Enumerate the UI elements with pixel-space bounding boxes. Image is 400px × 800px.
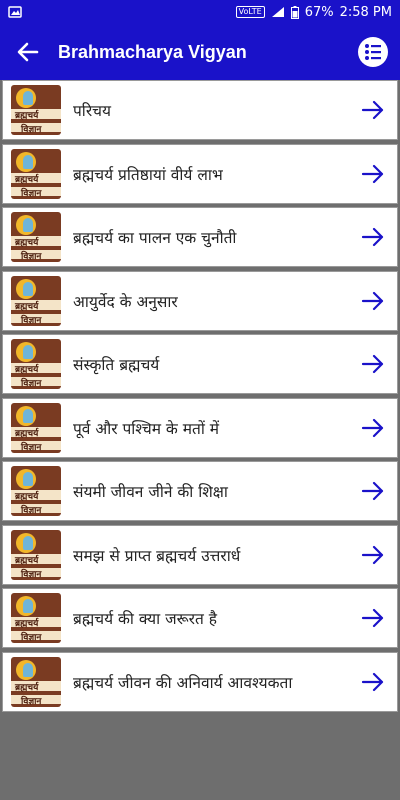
arrow-right-icon[interactable]	[359, 160, 387, 188]
list-item-label: संस्कृति ब्रह्मचर्य	[73, 356, 160, 374]
thumbnail-line2: विज्ञान	[21, 506, 42, 516]
list-item-label: परिचय	[73, 102, 111, 120]
checklist-icon	[365, 44, 381, 60]
gallery-notification-icon	[8, 6, 22, 18]
thumbnail-line2: विज्ञान	[21, 379, 42, 389]
list-item[interactable]: ब्रह्मचर्य विज्ञान ब्रह्मचर्य का पालन एक…	[2, 207, 398, 267]
clock: 2:58 PM	[339, 4, 392, 20]
arrow-right-icon[interactable]	[359, 287, 387, 315]
thumbnail-line1: ब्रह्मचर्य	[15, 428, 39, 439]
thumbnail-line1: ब्रह्मचर्य	[15, 174, 39, 185]
page-title: Brahmacharya Vigyan	[58, 41, 247, 62]
back-button[interactable]	[4, 24, 52, 80]
volte-badge: VoLTE	[235, 6, 265, 18]
list-item-label: ब्रह्मचर्य का पालन एक चुनौती	[73, 229, 237, 247]
arrow-right-icon[interactable]	[359, 350, 387, 378]
thumbnail-line1: ब्रह्मचर्य	[15, 682, 39, 693]
thumbnail-line1: ब्रह्मचर्य	[15, 111, 39, 121]
list-item[interactable]: ब्रह्मचर्य विज्ञान समझ से प्राप्त ब्रह्म…	[2, 524, 398, 585]
book-logo-thumbnail: ब्रह्मचर्य विज्ञान	[11, 275, 61, 326]
list-item-label: आयुर्वेद के अनुसार	[73, 292, 178, 311]
list-item[interactable]: ब्रह्मचर्य विज्ञान ब्रह्मचर्य जीवन की अन…	[2, 651, 398, 712]
battery-percent: 67%	[304, 4, 334, 20]
thumbnail-line1: ब्रह्मचर्य	[15, 492, 39, 502]
arrow-right-icon[interactable]	[359, 604, 387, 632]
list-item-label: ब्रह्मचर्य की क्या जरूरत है	[73, 610, 217, 628]
arrow-right-icon[interactable]	[359, 223, 387, 251]
list-item-label: पूर्व और पश्चिम के मतों में	[73, 419, 220, 438]
list-item-label: समझ से प्राप्त ब्रह्मचर्य उत्तरार्ध	[73, 546, 241, 565]
list-item[interactable]: ब्रह्मचर्य विज्ञान ब्रह्मचर्य प्रतिष्ठाय…	[2, 143, 398, 204]
arrow-right-icon[interactable]	[359, 541, 387, 569]
thumbnail-line2: विज्ञान	[21, 315, 42, 326]
book-logo-thumbnail: ब्रह्मचर्य विज्ञान	[11, 593, 61, 643]
book-logo-thumbnail: ब्रह्मचर्य विज्ञान	[11, 85, 61, 135]
chapter-list: ब्रह्मचर्य विज्ञान परिचय ब्रह्मचर्य विज्…	[2, 80, 398, 715]
thumbnail-line1: ब्रह्मचर्य	[15, 619, 39, 629]
thumbnail-line2: विज्ञान	[21, 125, 42, 135]
list-item[interactable]: ब्रह्मचर्य विज्ञान संस्कृति ब्रह्मचर्य	[2, 334, 398, 394]
app-bar: Brahmacharya Vigyan	[0, 24, 400, 80]
book-logo-thumbnail: ब्रह्मचर्य विज्ञान	[11, 339, 61, 389]
thumbnail-line1: ब्रह्मचर्य	[15, 238, 39, 248]
book-logo-thumbnail: ब्रह्मचर्य विज्ञान	[11, 148, 61, 199]
thumbnail-line2: विज्ञान	[21, 188, 42, 199]
thumbnail-line2: विज्ञान	[21, 633, 42, 643]
list-item[interactable]: ब्रह्मचर्य विज्ञान संयमी जीवन जीने की शि…	[2, 461, 398, 521]
thumbnail-line1: ब्रह्मचर्य	[15, 555, 39, 566]
arrow-right-icon[interactable]	[359, 477, 387, 505]
arrow-right-icon[interactable]	[359, 668, 387, 696]
thumbnail-line2: विज्ञान	[21, 252, 42, 262]
list-item[interactable]: ब्रह्मचर्य विज्ञान परिचय	[2, 80, 398, 140]
status-bar: VoLTE 67% 2:58 PM	[0, 0, 400, 24]
thumbnail-line1: ब्रह्मचर्य	[15, 365, 39, 375]
thumbnail-line2: विज्ञान	[21, 696, 42, 707]
arrow-right-icon[interactable]	[359, 414, 387, 442]
book-logo-thumbnail: ब्रह्मचर्य विज्ञान	[11, 529, 61, 580]
list-menu-button[interactable]	[358, 37, 388, 67]
arrow-left-icon	[17, 42, 39, 62]
list-item[interactable]: ब्रह्मचर्य विज्ञान पूर्व और पश्चिम के मत…	[2, 397, 398, 458]
book-logo-thumbnail: ब्रह्मचर्य विज्ञान	[11, 402, 61, 453]
list-item-label: ब्रह्मचर्य जीवन की अनिवार्य आवश्यकता	[73, 673, 293, 692]
book-logo-thumbnail: ब्रह्मचर्य विज्ञान	[11, 656, 61, 707]
battery-icon	[290, 5, 299, 19]
signal-icon	[271, 7, 284, 17]
book-logo-thumbnail: ब्रह्मचर्य विज्ञान	[11, 466, 61, 516]
thumbnail-line2: विज्ञान	[21, 442, 42, 453]
list-item[interactable]: ब्रह्मचर्य विज्ञान आयुर्वेद के अनुसार	[2, 270, 398, 331]
book-logo-thumbnail: ब्रह्मचर्य विज्ञान	[11, 212, 61, 262]
thumbnail-line1: ब्रह्मचर्य	[15, 301, 39, 312]
thumbnail-line2: विज्ञान	[21, 569, 42, 580]
list-item[interactable]: ब्रह्मचर्य विज्ञान ब्रह्मचर्य की क्या जर…	[2, 588, 398, 648]
arrow-right-icon[interactable]	[359, 96, 387, 124]
list-item-label: ब्रह्मचर्य प्रतिष्ठायां वीर्य लाभ	[73, 165, 223, 184]
list-item-label: संयमी जीवन जीने की शिक्षा	[73, 483, 228, 501]
